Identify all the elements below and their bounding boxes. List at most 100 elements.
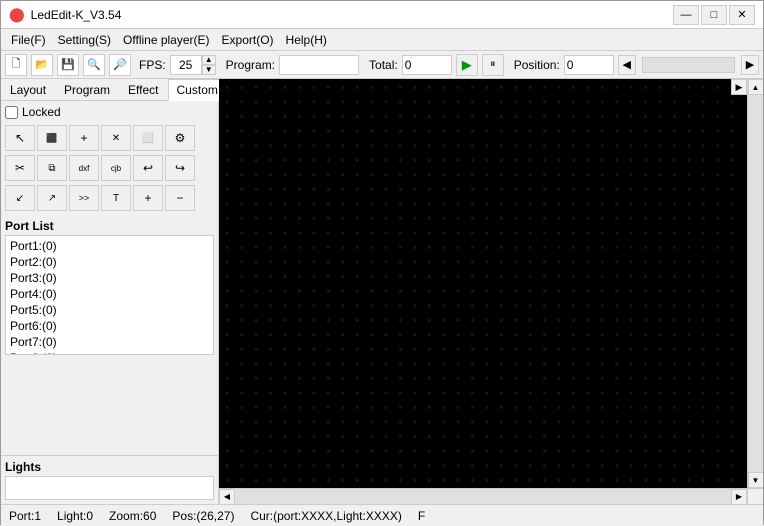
status-port: Port:1: [9, 509, 41, 523]
toolbar: 🗋 📂 💾 🔍 🔎 FPS: ▲ ▼ Program: Total: ▶ ⏸ P…: [1, 51, 763, 79]
port-item-6[interactable]: Port6:(0): [8, 318, 211, 334]
menu-file[interactable]: File(F): [5, 31, 52, 49]
horizontal-scrollbar[interactable]: ◀ ▶: [219, 488, 747, 504]
tool-cut[interactable]: ✂: [5, 155, 35, 181]
tab-custom[interactable]: Custom: [168, 79, 227, 101]
tool-text[interactable]: T: [101, 185, 131, 211]
tab-effect[interactable]: Effect: [119, 79, 167, 101]
port-list-box[interactable]: Port1:(0) Port2:(0) Port3:(0) Port4:(0) …: [5, 235, 214, 355]
vertical-scrollbar[interactable]: ▲ ▼: [747, 79, 763, 488]
scroll-right-button[interactable]: ▶: [731, 489, 747, 505]
tool-rect-select[interactable]: ⬛: [37, 125, 67, 151]
tool-grid-row2: ✂ ⧉ dxf cjb ↩ ↪: [5, 155, 214, 181]
tool-grid-row1: ↖ ⬛ + ✕ ⬜ ⚙: [5, 125, 214, 151]
position-track[interactable]: [642, 57, 735, 73]
port-item-8[interactable]: Port8:(0): [8, 350, 211, 355]
close-button[interactable]: ✕: [729, 5, 755, 25]
nav-right-button[interactable]: ▶: [741, 55, 759, 75]
panel-content: Locked ↖ ⬛ + ✕ ⬜ ⚙ ✂ ⧉ dxf cjb ↩ ↪: [1, 101, 218, 455]
port-item-3[interactable]: Port3:(0): [8, 270, 211, 286]
port-list-section: Port List Port1:(0) Port2:(0) Port3:(0) …: [5, 219, 214, 355]
play-button[interactable]: ▶: [456, 54, 478, 76]
locked-check: Locked: [5, 105, 214, 119]
save-button[interactable]: 💾: [57, 54, 79, 76]
menu-bar: File(F) Setting(S) Offline player(E) Exp…: [1, 29, 763, 51]
tool-add[interactable]: +: [69, 125, 99, 151]
maximize-button[interactable]: □: [701, 5, 727, 25]
fps-down-arrow[interactable]: ▼: [202, 65, 216, 75]
tool-minus[interactable]: −: [165, 185, 195, 211]
scroll-h-track[interactable]: [235, 489, 731, 504]
minimize-button[interactable]: —: [673, 5, 699, 25]
port-item-5[interactable]: Port5:(0): [8, 302, 211, 318]
scroll-left-button[interactable]: ◀: [219, 489, 235, 505]
main-area: Layout Program Effect Custom ◀ ▶ Locked …: [1, 79, 763, 504]
status-extra: F: [418, 509, 425, 523]
fps-label: FPS:: [139, 58, 166, 72]
tool-redo[interactable]: ↪: [165, 155, 195, 181]
tabs: Layout Program Effect Custom ◀ ▶: [1, 79, 218, 101]
position-label: Position:: [514, 58, 560, 72]
port-item-2[interactable]: Port2:(0): [8, 254, 211, 270]
canvas-nav-right-button[interactable]: ▶: [731, 79, 747, 95]
tool-cjb[interactable]: cjb: [101, 155, 131, 181]
lights-input[interactable]: [5, 476, 214, 500]
status-bar: Port:1 Light:0 Zoom:60 Pos:(26,27) Cur:(…: [1, 504, 763, 526]
open-button[interactable]: 📂: [31, 54, 53, 76]
fps-arrows: ▲ ▼: [202, 55, 216, 75]
search2-button[interactable]: 🔎: [109, 54, 131, 76]
tool-rect[interactable]: ⬜: [133, 125, 163, 151]
left-panel: Layout Program Effect Custom ◀ ▶ Locked …: [1, 79, 219, 504]
menu-export[interactable]: Export(O): [216, 31, 280, 49]
status-pos: Pos:(26,27): [172, 509, 234, 523]
app-icon: ⬤: [9, 6, 25, 23]
dot-canvas[interactable]: [219, 79, 763, 504]
position-input[interactable]: [564, 55, 614, 75]
scroll-down-button[interactable]: ▼: [748, 472, 764, 488]
status-zoom: Zoom:60: [109, 509, 156, 523]
tool-t2[interactable]: ↗: [37, 185, 67, 211]
locked-label: Locked: [22, 105, 61, 119]
port-item-4[interactable]: Port4:(0): [8, 286, 211, 302]
port-list-label: Port List: [5, 219, 214, 233]
title-controls: — □ ✕: [673, 5, 755, 25]
pause-button[interactable]: ⏸: [482, 54, 504, 76]
title-left: ⬤ LedEdit-K_V3.54: [9, 6, 121, 23]
lights-section: Lights: [1, 455, 218, 504]
tool-dxf[interactable]: dxf: [69, 155, 99, 181]
tool-delete[interactable]: ✕: [101, 125, 131, 151]
tab-program[interactable]: Program: [55, 79, 119, 101]
fps-spinner: ▲ ▼: [170, 55, 216, 75]
tool-settings[interactable]: ⚙: [165, 125, 195, 151]
status-cur: Cur:(port:XXXX,Light:XXXX): [250, 509, 401, 523]
canvas-area: ▲ ▼ ◀ ▶ ▶: [219, 79, 763, 504]
title-text: LedEdit-K_V3.54: [31, 8, 122, 22]
tool-plus[interactable]: +: [133, 185, 163, 211]
nav-left-button[interactable]: ◀: [618, 55, 636, 75]
new-button[interactable]: 🗋: [5, 54, 27, 76]
fps-up-arrow[interactable]: ▲: [202, 55, 216, 65]
locked-checkbox[interactable]: [5, 106, 18, 119]
tab-layout[interactable]: Layout: [1, 79, 55, 101]
tool-select[interactable]: ↖: [5, 125, 35, 151]
scroll-up-button[interactable]: ▲: [748, 79, 764, 95]
lights-label: Lights: [5, 460, 214, 474]
program-label: Program:: [226, 58, 275, 72]
search-button[interactable]: 🔍: [83, 54, 105, 76]
scroll-corner: [747, 488, 763, 504]
scroll-v-track[interactable]: [748, 95, 763, 472]
program-input[interactable]: [279, 55, 359, 75]
tool-t1[interactable]: ↙: [5, 185, 35, 211]
fps-input[interactable]: [170, 55, 202, 75]
menu-offline[interactable]: Offline player(E): [117, 31, 215, 49]
tool-undo[interactable]: ↩: [133, 155, 163, 181]
tool-grid-row3: ↙ ↗ >> T + −: [5, 185, 214, 211]
tool-forward[interactable]: >>: [69, 185, 99, 211]
menu-setting[interactable]: Setting(S): [52, 31, 117, 49]
menu-help[interactable]: Help(H): [280, 31, 333, 49]
port-item-7[interactable]: Port7:(0): [8, 334, 211, 350]
tool-copy[interactable]: ⧉: [37, 155, 67, 181]
port-item-1[interactable]: Port1:(0): [8, 238, 211, 254]
title-bar: ⬤ LedEdit-K_V3.54 — □ ✕: [1, 1, 763, 29]
total-input[interactable]: [402, 55, 452, 75]
